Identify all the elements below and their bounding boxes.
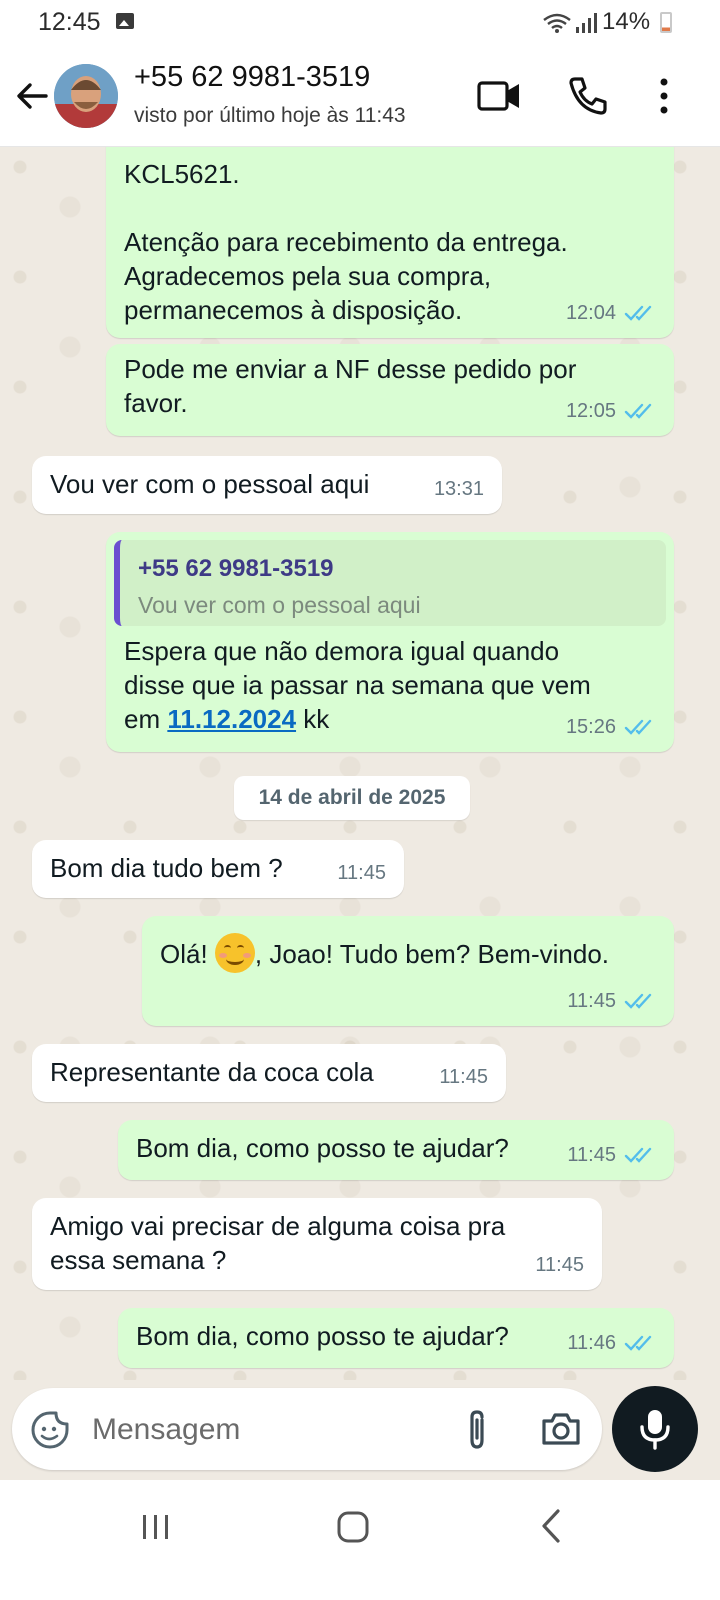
message-incoming[interactable]: Vou ver com o pessoal aqui 13:31 <box>32 456 502 514</box>
message-time: 11:45 <box>567 1144 616 1166</box>
attach-icon[interactable] <box>460 1408 494 1452</box>
message-incoming[interactable]: Representante da coca cola 11:45 <box>32 1044 506 1102</box>
message-meta: 13:31 <box>434 472 484 506</box>
message-outgoing[interactable]: Olá! , Joao! Tudo bem? Bem-vindo. 11:45 <box>142 916 674 1026</box>
message-meta: 11:45 <box>535 1248 584 1282</box>
message-outgoing[interactable]: KCL5621. Atenção para recebimento da ent… <box>106 147 674 338</box>
message-time: 13:31 <box>433 478 484 500</box>
message-time: 15:26 <box>565 716 616 738</box>
phone-call-icon[interactable] <box>566 74 610 118</box>
double-check-icon <box>624 305 652 321</box>
message-composer <box>12 1388 602 1470</box>
message-time: 11:45 <box>337 862 386 884</box>
message-meta: 11:45 <box>337 856 386 890</box>
signal-icon <box>576 13 597 33</box>
contact-name[interactable]: +55 62 9981-3519 <box>134 61 370 94</box>
message-meta: 11:45 <box>567 1138 656 1172</box>
message-time: 12:04 <box>565 302 616 324</box>
last-seen-status: visto por último hoje às 11:43 <box>134 104 406 127</box>
camera-icon[interactable] <box>540 1410 582 1448</box>
message-incoming[interactable]: Amigo vai precisar de alguma coisa pra e… <box>32 1198 602 1290</box>
message-time: 12:05 <box>565 400 616 422</box>
sticker-icon[interactable] <box>30 1410 70 1450</box>
double-check-icon <box>624 719 652 735</box>
double-check-icon <box>624 993 652 1009</box>
message-text: Vou ver com o pessoal aqui <box>50 469 370 499</box>
message-text: Amigo vai precisar de alguma coisa pra e… <box>50 1211 506 1275</box>
double-check-icon <box>624 1147 652 1163</box>
message-input[interactable] <box>90 1406 424 1454</box>
message-incoming[interactable]: Bom dia tudo bem ? 11:45 <box>32 840 404 898</box>
mic-icon <box>640 1410 670 1450</box>
status-bar: 12:45 14% <box>0 0 720 46</box>
back-arrow-icon[interactable] <box>12 76 52 116</box>
wifi-icon <box>543 13 571 33</box>
date-separator: 14 de abril de 2025 <box>234 776 470 820</box>
message-time: 11:45 <box>535 1254 584 1276</box>
chat-header: +55 62 9981-3519 visto por último hoje à… <box>0 46 720 147</box>
double-check-icon <box>624 403 652 419</box>
chat-area[interactable]: KCL5621. Atenção para recebimento da ent… <box>0 147 720 1380</box>
quoted-text: Vou ver com o pessoal aqui <box>138 592 421 618</box>
quoted-message[interactable]: +55 62 9981-3519 Vou ver com o pessoal a… <box>114 540 666 626</box>
message-outgoing[interactable]: Bom dia, como posso te ajudar? 11:45 <box>118 1120 674 1180</box>
message-outgoing-reply[interactable]: +55 62 9981-3519 Vou ver com o pessoal a… <box>106 532 674 752</box>
message-text: Bom dia tudo bem ? <box>50 853 283 883</box>
message-meta: 11:46 <box>567 1326 656 1360</box>
battery-percent: 14% <box>602 8 651 35</box>
message-meta: 11:45 <box>567 984 656 1018</box>
more-options-icon[interactable] <box>654 76 674 116</box>
message-meta: 15:26 <box>566 710 656 744</box>
message-time: 11:46 <box>567 1332 616 1354</box>
message-text: Representante da coca cola <box>50 1057 374 1087</box>
message-outgoing[interactable]: Pode me enviar a NF desse pedido por fav… <box>106 344 674 436</box>
message-time: 11:45 <box>567 990 616 1012</box>
quoted-sender: +55 62 9981-3519 <box>138 555 334 582</box>
smiling-face-emoji <box>214 933 255 973</box>
double-check-icon <box>624 1335 652 1351</box>
message-meta: 12:04 <box>566 296 656 330</box>
status-time: 12:45 <box>38 8 101 36</box>
battery-icon <box>660 12 672 33</box>
mic-button[interactable] <box>612 1386 698 1472</box>
avatar[interactable] <box>54 64 118 128</box>
back-icon[interactable] <box>538 1508 564 1544</box>
video-call-icon[interactable] <box>476 76 522 116</box>
message-time: 11:45 <box>439 1066 488 1088</box>
gallery-icon <box>116 13 134 29</box>
date-link[interactable]: 11.12.2024 <box>167 704 296 734</box>
message-meta: 12:05 <box>566 394 656 428</box>
message-outgoing[interactable]: Bom dia, como posso te ajudar? 11:46 <box>118 1308 674 1368</box>
home-icon[interactable] <box>336 1510 370 1544</box>
system-nav-bar <box>0 1480 720 1600</box>
message-text: Olá! , Joao! Tudo bem? Bem-vindo. <box>160 933 656 973</box>
message-meta: 11:45 <box>439 1060 488 1094</box>
recent-apps-icon[interactable] <box>140 1512 172 1542</box>
